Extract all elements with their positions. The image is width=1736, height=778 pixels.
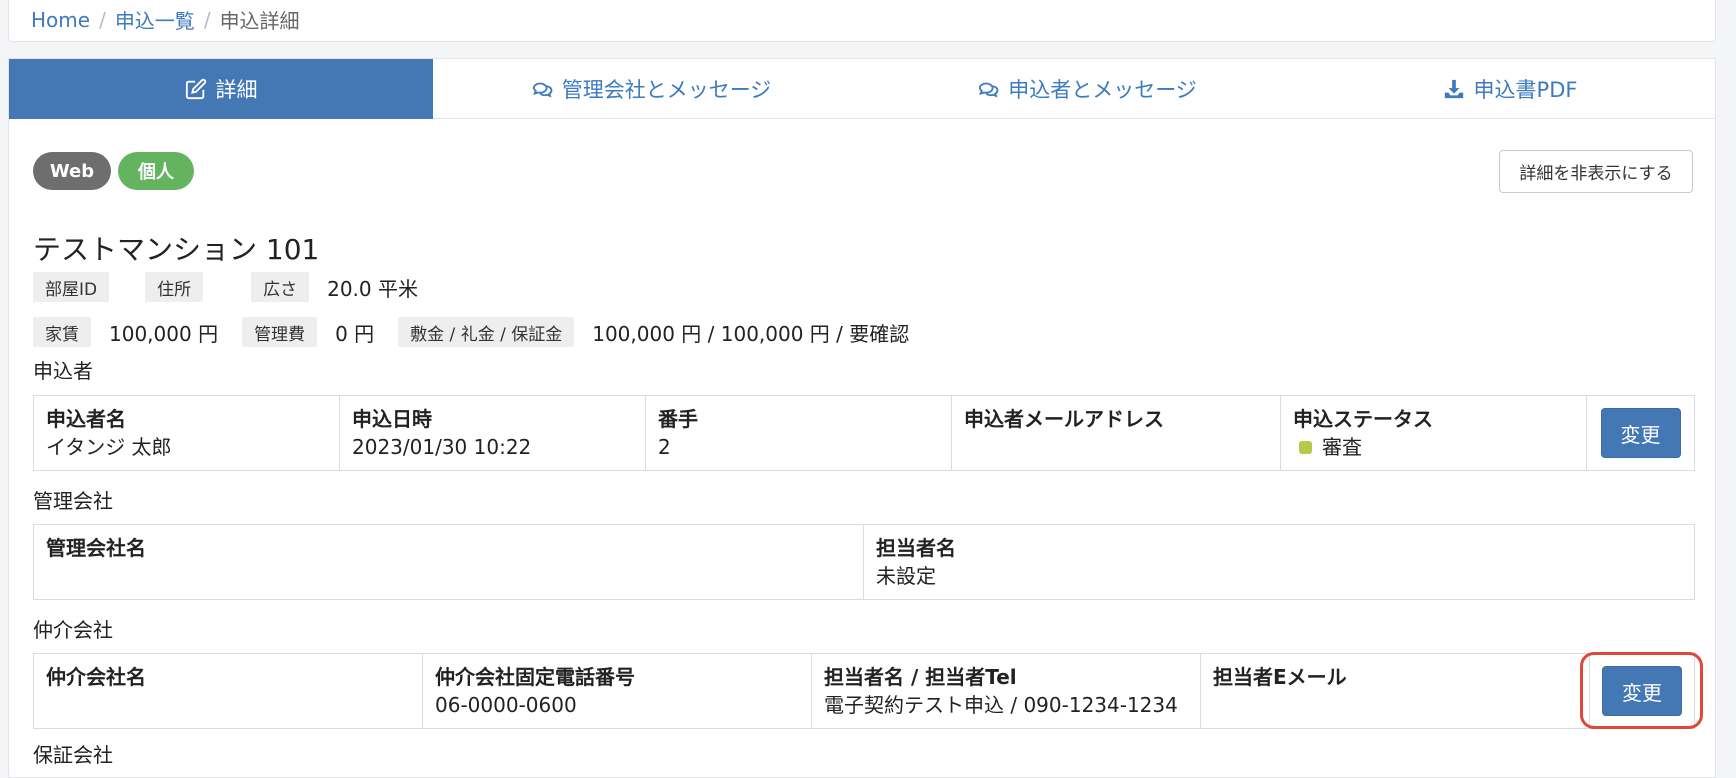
tab-pdf[interactable]: 申込書PDF: [1305, 59, 1715, 119]
broker-tel-value: 06-0000-0600: [435, 693, 577, 717]
broker-person-head: 担当者名 / 担当者Tel: [824, 665, 1017, 689]
broker-person-cell: 担当者名 / 担当者Tel 電子契約テスト申込 / 090-1234-1234: [812, 654, 1201, 728]
status-dot-icon: [1299, 441, 1312, 454]
property-cost-row: 家賃 100,000 円 管理費 0 円 敷金 / 礼金 / 保証金 100,0…: [33, 317, 909, 347]
application-status-value: 審査: [1293, 433, 1574, 461]
address-label: 住所: [145, 272, 204, 302]
area-value: 20.0 平米: [327, 276, 418, 301]
breadcrumb: Home / 申込一覧 / 申込詳細: [31, 5, 300, 34]
order-head: 番手: [658, 407, 698, 431]
chat-icon: [979, 82, 999, 98]
area-label: 広さ: [251, 272, 310, 302]
application-date-head: 申込日時: [352, 407, 432, 431]
management-person-value: 未設定: [876, 564, 936, 588]
tab-details[interactable]: 詳細: [9, 59, 433, 119]
download-icon: [1444, 79, 1463, 99]
room-id-label: 部屋ID: [33, 272, 110, 302]
management-company-cell: 管理会社名: [34, 525, 864, 599]
tab-bar: 詳細 管理会社とメッセージ 申込者とメッセージ 申込書PDF: [9, 59, 1715, 119]
rent-value: 100,000 円: [109, 321, 219, 346]
rent-label: 家賃: [33, 317, 91, 347]
property-info-row: 部屋ID 住所 広さ 20.0 平米: [33, 272, 418, 302]
tab-applicant-messages[interactable]: 申込者とメッセージ: [869, 59, 1305, 119]
deposit-value: 100,000 円 / 100,000 円 / 要確認: [592, 321, 910, 346]
guarantor-section-title: 保証会社: [33, 743, 113, 767]
status-text: 審査: [1322, 435, 1362, 459]
management-section-title: 管理会社: [33, 489, 113, 513]
management-person-head: 担当者名: [876, 536, 956, 560]
application-date-cell: 申込日時 2023/01/30 10:22: [340, 396, 646, 470]
applicant-email-head: 申込者メールアドレス: [964, 407, 1164, 431]
applicant-table: 申込者名 イタンジ 太郎 申込日時 2023/01/30 10:22 番手 2 …: [33, 395, 1695, 471]
management-company-head: 管理会社名: [46, 536, 146, 560]
broker-section-title: 仲介会社: [33, 618, 113, 642]
hide-details-button[interactable]: 詳細を非表示にする: [1499, 150, 1693, 193]
breadcrumb-home-link[interactable]: Home: [31, 8, 90, 32]
order-cell: 番手 2: [646, 396, 952, 470]
applicant-email-cell: 申込者メールアドレス: [952, 396, 1281, 470]
tab-management-messages-label: 管理会社とメッセージ: [561, 78, 772, 102]
tab-applicant-messages-label: 申込者とメッセージ: [1008, 78, 1197, 102]
applicant-change-button[interactable]: 変更: [1600, 408, 1681, 458]
order-value: 2: [658, 435, 671, 459]
tab-management-messages[interactable]: 管理会社とメッセージ: [433, 59, 869, 119]
chat-icon: [532, 82, 553, 98]
management-table: 管理会社名 担当者名 未設定: [33, 524, 1695, 600]
broker-person-value: 電子契約テスト申込 / 090-1234-1234: [824, 693, 1178, 717]
applicant-name-head: 申込者名: [46, 407, 126, 431]
property-title: テストマンション 101: [33, 233, 320, 266]
tab-pdf-label: 申込書PDF: [1473, 78, 1578, 102]
edit-icon: [185, 78, 206, 100]
applicant-name-cell: 申込者名 イタンジ 太郎: [34, 396, 340, 470]
broker-email-cell: 担当者Eメール: [1201, 654, 1590, 728]
deposit-label: 敷金 / 礼金 / 保証金: [398, 317, 575, 347]
applicant-name-value: イタンジ 太郎: [46, 435, 172, 459]
broker-email-head: 担当者Eメール: [1213, 665, 1347, 689]
management-person-cell: 担当者名 未設定: [864, 525, 1694, 599]
applicant-change-cell: 変更: [1587, 396, 1694, 470]
application-detail-card: 詳細 管理会社とメッセージ 申込者とメッセージ 申込書PDF Web 個人 詳細…: [8, 58, 1716, 778]
broker-tel-cell: 仲介会社固定電話番号 06-0000-0600: [423, 654, 812, 728]
breadcrumb-bar: Home / 申込一覧 / 申込詳細: [8, 0, 1716, 42]
breadcrumb-separator: /: [203, 7, 211, 32]
broker-tel-head: 仲介会社固定電話番号: [435, 665, 635, 689]
applicant-section-title: 申込者: [33, 359, 93, 383]
management-fee-label: 管理費: [242, 317, 318, 347]
breadcrumb-list-link[interactable]: 申込一覧: [115, 5, 195, 34]
management-fee-value: 0 円: [335, 321, 375, 346]
source-badge: Web: [33, 152, 111, 190]
application-date-value: 2023/01/30 10:22: [352, 435, 532, 459]
highlight-annotation: [1580, 652, 1703, 729]
breadcrumb-separator: /: [99, 7, 106, 32]
application-status-cell: 申込ステータス 審査: [1281, 396, 1587, 470]
application-status-head: 申込ステータス: [1293, 407, 1433, 431]
applicant-type-badge: 個人: [118, 152, 194, 190]
broker-table: 仲介会社名 仲介会社固定電話番号 06-0000-0600 担当者名 / 担当者…: [33, 653, 1695, 729]
breadcrumb-current: 申込詳細: [219, 9, 300, 33]
broker-company-cell: 仲介会社名: [34, 654, 423, 728]
tab-details-label: 詳細: [215, 78, 258, 102]
broker-company-head: 仲介会社名: [46, 665, 146, 689]
